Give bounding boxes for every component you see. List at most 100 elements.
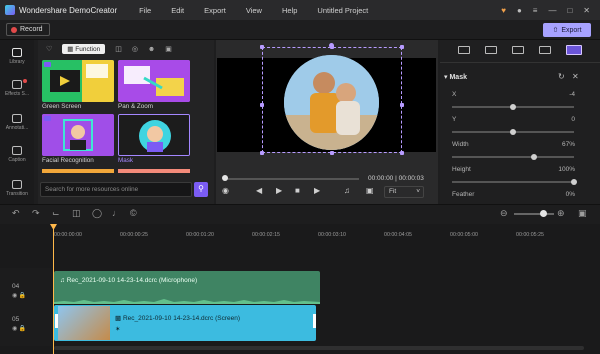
- camera-tab-icon[interactable]: ◎: [132, 45, 138, 53]
- favorites-tab-heart-icon[interactable]: ♡: [46, 45, 52, 53]
- stop-icon[interactable]: ■: [295, 186, 300, 195]
- chevron-down-icon: ˅: [416, 188, 420, 195]
- account-icon[interactable]: ●: [517, 6, 522, 15]
- resize-handle[interactable]: [260, 103, 264, 107]
- prop-height-slider[interactable]: [452, 181, 574, 183]
- track-number: 04: [12, 283, 20, 290]
- preview-seek-knob[interactable]: [222, 175, 228, 181]
- mask-selection-box[interactable]: [262, 47, 402, 153]
- ruler-tick: 00:00:00:00: [54, 232, 82, 238]
- resource-search-input[interactable]: Search for more resources online: [40, 182, 192, 197]
- tab-function[interactable]: ▦ Function: [62, 44, 106, 54]
- prop-x-value[interactable]: -4: [569, 91, 575, 98]
- prop-width-slider-knob[interactable]: [530, 154, 537, 160]
- clip-trim-handle-right[interactable]: [313, 314, 316, 328]
- video-clip-label: ▩ Rec_2021-09-10 14-23-14.dcrc (Screen): [115, 315, 241, 322]
- prop-width-slider[interactable]: [452, 156, 574, 158]
- cart-icon[interactable]: ♥: [501, 6, 506, 15]
- prop-y-label: Y: [452, 116, 457, 123]
- maximize-icon[interactable]: □: [567, 6, 572, 15]
- close-icon[interactable]: ✕: [583, 6, 590, 15]
- mask-section-title[interactable]: ▾ Mask: [444, 73, 467, 81]
- menu-file[interactable]: File: [139, 6, 151, 15]
- pan-zoom-thumbnail[interactable]: [118, 60, 190, 102]
- timeline-scrollbar[interactable]: [54, 346, 584, 350]
- clip-trim-handle-left[interactable]: [55, 314, 58, 328]
- fit-select[interactable]: Fit ˅: [384, 186, 424, 198]
- green-screen-thumbnail[interactable]: [42, 60, 114, 102]
- nav-effects[interactable]: Effects S...: [0, 79, 34, 97]
- prop-height-slider-knob[interactable]: [571, 179, 577, 185]
- resize-handle[interactable]: [400, 151, 404, 155]
- redo-icon[interactable]: ↷: [32, 208, 40, 219]
- preview-seek-bar[interactable]: [224, 178, 359, 180]
- ruler-tick: 00:00:00:25: [120, 232, 148, 238]
- timeline-zoom-knob[interactable]: [540, 210, 547, 217]
- track-visibility-lock-icons[interactable]: ◉ 🔒: [12, 292, 26, 299]
- nav-library[interactable]: Library: [0, 48, 34, 65]
- track-visibility-lock-icons[interactable]: ◉ 🔒: [12, 325, 26, 332]
- fit-timeline-icon[interactable]: ▣: [578, 208, 587, 219]
- nav-transition[interactable]: Transition: [0, 180, 34, 197]
- export-button[interactable]: ⇧ Export: [543, 23, 591, 37]
- resize-handle[interactable]: [330, 151, 334, 155]
- previous-frame-icon[interactable]: ◀: [256, 186, 262, 195]
- playhead[interactable]: [53, 224, 54, 354]
- menu-export[interactable]: Export: [204, 6, 226, 15]
- screen-icon: ▩: [115, 315, 122, 322]
- prop-width-value[interactable]: 67%: [562, 141, 575, 148]
- minimize-icon[interactable]: —: [548, 6, 556, 15]
- zoom-out-icon[interactable]: ⊖: [500, 208, 508, 219]
- video-tab-icon[interactable]: [457, 46, 470, 54]
- audio-tab-icon[interactable]: [484, 46, 497, 54]
- next-frame-icon[interactable]: ▶: [314, 186, 320, 195]
- facial-recognition-thumbnail[interactable]: [42, 114, 114, 156]
- zoom-in-icon[interactable]: ⊕: [557, 208, 565, 219]
- screenshot-icon[interactable]: ◉: [222, 186, 229, 195]
- prop-x-slider-knob[interactable]: [510, 104, 516, 110]
- menu-edit[interactable]: Edit: [171, 6, 184, 15]
- mask-section-label: Mask: [449, 74, 467, 81]
- prop-y-slider-knob[interactable]: [510, 129, 516, 135]
- annotation-tab-icon[interactable]: [539, 46, 552, 54]
- nav-annotation[interactable]: Annotati...: [0, 114, 34, 131]
- cursor-tab-icon[interactable]: [511, 46, 524, 54]
- nav-transition-label: Transition: [6, 191, 28, 197]
- menu-help[interactable]: Help: [282, 6, 297, 15]
- ruler-tick: 00:00:01:20: [186, 232, 214, 238]
- menu-view[interactable]: View: [246, 6, 262, 15]
- ruler-tick: 00:00:02:15: [252, 232, 280, 238]
- record-button[interactable]: Record: [6, 23, 50, 36]
- fullscreen-icon[interactable]: ▣: [366, 186, 374, 195]
- microphone-icon[interactable]: ♩: [112, 208, 121, 218]
- audio-clip-label: ♫ Rec_2021-09-10 14-23-14.dcrc (Micropho…: [60, 277, 198, 284]
- nav-caption[interactable]: Caption: [0, 146, 34, 163]
- effect-tab-icon[interactable]: [566, 45, 583, 55]
- people-tab-icon[interactable]: ☻: [148, 46, 155, 53]
- prop-feather-value[interactable]: 0%: [566, 191, 575, 198]
- shield-icon[interactable]: ◯: [92, 208, 102, 219]
- layout-tab-icon[interactable]: ◫: [115, 45, 122, 53]
- resize-handle[interactable]: [260, 45, 264, 49]
- volume-icon[interactable]: ♫: [344, 186, 350, 195]
- play-icon[interactable]: ▶: [276, 186, 282, 195]
- resize-handle[interactable]: [260, 151, 264, 155]
- prop-height-value[interactable]: 100%: [558, 166, 575, 173]
- crop-tab-icon[interactable]: ▣: [165, 45, 172, 53]
- split-icon[interactable]: ◫: [72, 208, 81, 219]
- caption-icon[interactable]: ©: [130, 208, 137, 218]
- mask-thumbnail[interactable]: [118, 114, 190, 156]
- crop-icon[interactable]: ⌙: [52, 208, 60, 219]
- prop-y-value[interactable]: 0: [571, 116, 575, 123]
- reset-icon[interactable]: ↻: [558, 72, 565, 81]
- resize-handle[interactable]: [400, 45, 404, 49]
- resize-handle[interactable]: [330, 45, 334, 49]
- search-button-search-icon[interactable]: ⚲: [194, 182, 208, 197]
- resize-handle[interactable]: [400, 103, 404, 107]
- close-icon[interactable]: ✕: [572, 72, 579, 81]
- video-clip-thumbnail: [58, 306, 110, 340]
- nav-effects-label: Effects S...: [4, 91, 30, 97]
- timeline-zoom-slider[interactable]: [514, 213, 554, 215]
- menu-icon[interactable]: ≡: [533, 6, 538, 15]
- undo-icon[interactable]: ↶: [12, 208, 20, 219]
